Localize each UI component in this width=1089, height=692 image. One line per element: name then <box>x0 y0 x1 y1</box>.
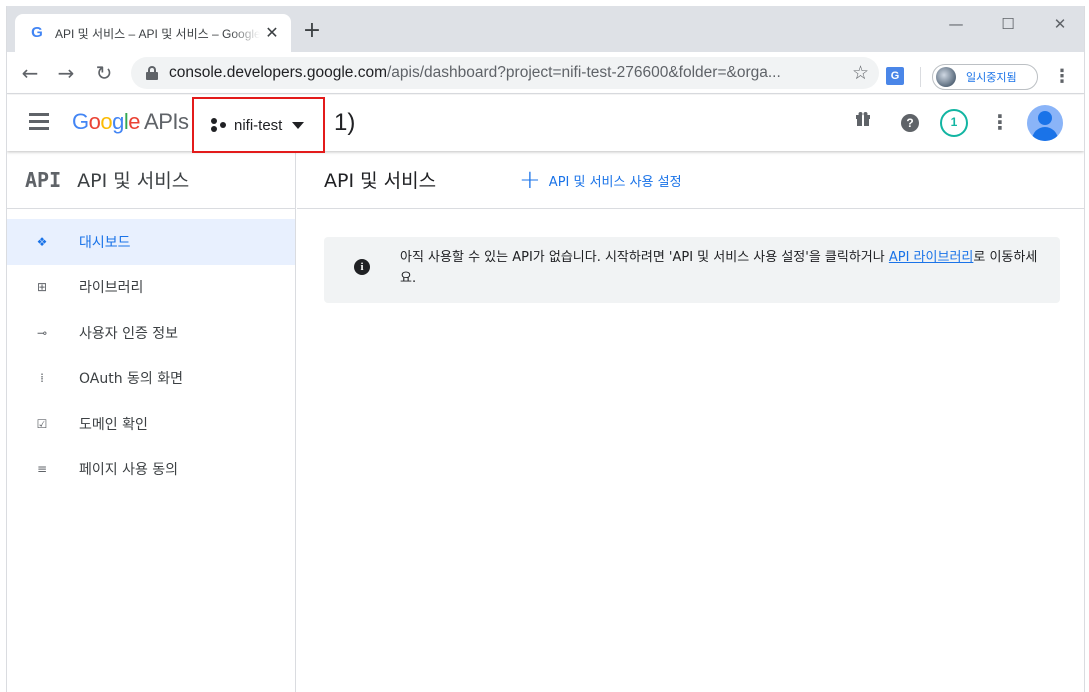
tab-strip: G API 및 서비스 – API 및 서비스 – Google Cloud ✕… <box>7 6 1084 52</box>
url-text[interactable]: console.developers.google.com/apis/dashb… <box>169 64 829 82</box>
sidebar-item-label: 페이지 사용 동의 <box>79 462 179 479</box>
project-nodes-icon <box>210 116 228 134</box>
consent-icon: ⁞ <box>40 371 44 386</box>
google-favicon-icon: G <box>31 24 43 41</box>
page-settings-icon: ≡ <box>36 462 48 477</box>
sidebar-item-dashboard[interactable]: ❖ 대시보드 <box>7 219 295 265</box>
profile-status-label: 일시중지됨 <box>966 71 1017 84</box>
toolbar-divider <box>920 67 921 87</box>
sidebar-item-page-usage[interactable]: ≡ 페이지 사용 동의 <box>7 447 295 493</box>
page-title: API 및 서비스 <box>324 170 437 192</box>
plus-icon: + <box>519 165 541 195</box>
browser-window: G API 및 서비스 – API 및 서비스 – Google Cloud ✕… <box>6 6 1085 692</box>
google-apis-logo[interactable]: Google APIs <box>72 109 189 135</box>
address-bar[interactable]: console.developers.google.com/apis/dashb… <box>131 57 879 89</box>
project-name: nifi-test <box>234 116 283 134</box>
sidebar-item-library[interactable]: ⊞ 라이브러리 <box>7 265 295 311</box>
tab-close-icon[interactable]: ✕ <box>263 24 281 42</box>
sidebar-item-label: OAuth 동의 화면 <box>79 371 184 388</box>
url-domain: console.developers.google.com <box>169 64 387 81</box>
sidebar-item-oauth-consent[interactable]: ⁞ OAuth 동의 화면 <box>7 356 295 402</box>
api-library-link[interactable]: API 라이브러리 <box>889 250 974 265</box>
sidebar-item-label: 사용자 인증 정보 <box>79 325 179 342</box>
info-banner: i 아직 사용할 수 있는 API가 없습니다. 시작하려면 'API 및 서비… <box>324 237 1060 303</box>
notification-badge[interactable]: 1 <box>940 109 968 137</box>
sidebar-item-label: 대시보드 <box>79 234 131 251</box>
hamburger-menu-icon[interactable] <box>29 113 51 131</box>
sidebar-nav: ❖ 대시보드 ⊞ 라이브러리 ⊸ 사용자 인증 정보 ⁞ OAuth 동의 화면… <box>7 209 295 492</box>
api-logo-icon: API <box>25 167 62 192</box>
console-header: Google APIs nifi-test 1) ? 1 ⋮ <box>7 95 1084 153</box>
main-header: API 및 서비스 + API 및 서비스 사용 설정 <box>297 151 1084 209</box>
sidebar-item-label: 도메인 확인 <box>79 416 148 433</box>
enable-apis-button[interactable]: + API 및 서비스 사용 설정 <box>519 167 682 193</box>
browser-toolbar: ← → ↻ console.developers.google.com/apis… <box>7 52 1084 94</box>
gift-icon[interactable] <box>852 111 874 133</box>
info-message: 아직 사용할 수 있는 API가 없습니다. 시작하려면 'API 및 서비스 … <box>400 247 1048 289</box>
browser-tab[interactable]: G API 및 서비스 – API 및 서비스 – Google Cloud ✕ <box>15 14 291 52</box>
profile-button[interactable]: 일시중지됨 <box>932 64 1038 90</box>
new-tab-button[interactable]: + <box>301 20 323 42</box>
reload-icon[interactable]: ↻ <box>91 60 117 86</box>
sidebar-header: API API 및 서비스 <box>7 151 295 209</box>
sidebar-item-domain-verification[interactable]: ☑ 도메인 확인 <box>7 401 295 447</box>
chrome-menu-icon[interactable]: ⋮ <box>1053 64 1071 90</box>
info-icon: i <box>354 259 370 275</box>
url-path: /apis/dashboard?project=nifi-test-276600… <box>387 64 781 81</box>
maximize-button[interactable]: ☐ <box>985 10 1031 38</box>
translate-icon[interactable]: G <box>886 67 904 85</box>
profile-avatar <box>936 67 956 87</box>
dashboard-icon: ❖ <box>36 234 48 249</box>
sidebar-title: API 및 서비스 <box>77 170 190 192</box>
back-arrow-icon[interactable]: ← <box>17 60 43 86</box>
info-text-before: 아직 사용할 수 있는 API가 없습니다. 시작하려면 'API 및 서비스 … <box>400 250 889 265</box>
sidebar: API API 및 서비스 ❖ 대시보드 ⊞ 라이브러리 ⊸ 사용자 인증 정보… <box>7 151 296 692</box>
lock-icon[interactable] <box>145 65 159 81</box>
more-vert-icon[interactable]: ⋮ <box>989 111 1011 133</box>
close-window-button[interactable]: ✕ <box>1037 10 1083 38</box>
step-annotation: 1) <box>334 109 356 136</box>
domain-check-icon: ☑ <box>36 416 48 431</box>
library-icon: ⊞ <box>36 280 48 295</box>
account-avatar[interactable] <box>1027 105 1063 141</box>
help-icon[interactable]: ? <box>899 111 921 133</box>
caret-down-icon <box>292 121 305 129</box>
sidebar-item-label: 라이브러리 <box>79 280 144 297</box>
bookmark-star-icon[interactable]: ☆ <box>852 61 869 85</box>
tab-title: API 및 서비스 – API 및 서비스 – Google Cloud <box>55 26 260 41</box>
key-icon: ⊸ <box>36 325 48 340</box>
project-selector[interactable]: nifi-test <box>192 97 325 153</box>
forward-arrow-icon[interactable]: → <box>53 60 79 86</box>
sidebar-item-credentials[interactable]: ⊸ 사용자 인증 정보 <box>7 310 295 356</box>
enable-apis-label: API 및 서비스 사용 설정 <box>548 174 682 190</box>
minimize-button[interactable]: — <box>933 10 979 38</box>
